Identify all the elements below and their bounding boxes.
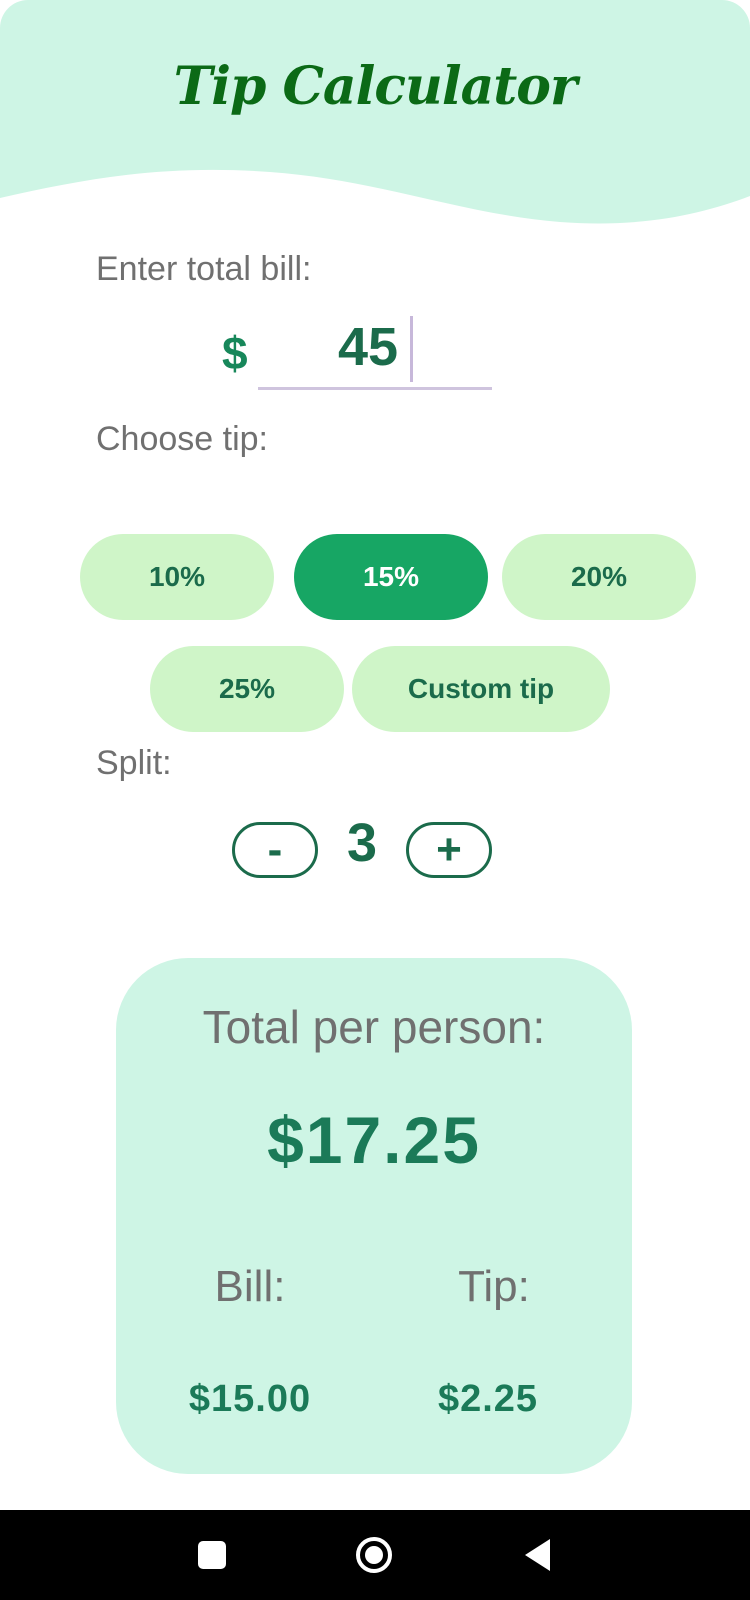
home-circle-icon[interactable] <box>354 1535 394 1575</box>
currency-symbol: $ <box>222 327 248 379</box>
header-wave <box>0 0 750 224</box>
page-title: Tip Calculator <box>173 56 578 117</box>
tip-10-button[interactable]: 10% <box>80 534 274 620</box>
system-nav-bar <box>0 1510 750 1600</box>
bill-share-label: Bill: <box>214 1262 286 1311</box>
recents-square-icon[interactable] <box>198 1541 226 1569</box>
split-label: Split: <box>96 744 172 782</box>
bill-input[interactable]: 45 <box>258 312 492 390</box>
result-card: Total per person: $17.25 Bill: Tip: $15.… <box>116 958 632 1474</box>
app-screen: Tip Calculator Enter total bill: $ 45 Ch… <box>0 0 750 1600</box>
back-triangle-icon[interactable] <box>522 1537 554 1573</box>
split-decrement-button[interactable]: - <box>232 822 318 878</box>
total-per-person-label: Total per person: <box>202 1001 546 1053</box>
bill-label: Enter total bill: <box>96 250 312 288</box>
header: Tip Calculator <box>0 0 750 240</box>
tip-share-label: Tip: <box>458 1262 530 1311</box>
bill-input-value: 45 <box>338 317 399 377</box>
tip-20-button[interactable]: 20% <box>502 534 696 620</box>
tip-share-value: $2.25 <box>437 1378 539 1420</box>
tip-25-button[interactable]: 25% <box>150 646 344 732</box>
split-increment-button[interactable]: + <box>406 822 492 878</box>
tip-15-button[interactable]: 15% <box>294 534 488 620</box>
custom-tip-button[interactable]: Custom tip <box>352 646 610 732</box>
tip-label: Choose tip: <box>96 420 268 458</box>
text-caret <box>410 316 413 382</box>
bill-share-value: $15.00 <box>188 1378 312 1420</box>
split-count: 3 <box>346 813 378 873</box>
total-per-person-value: $17.25 <box>267 1103 481 1177</box>
